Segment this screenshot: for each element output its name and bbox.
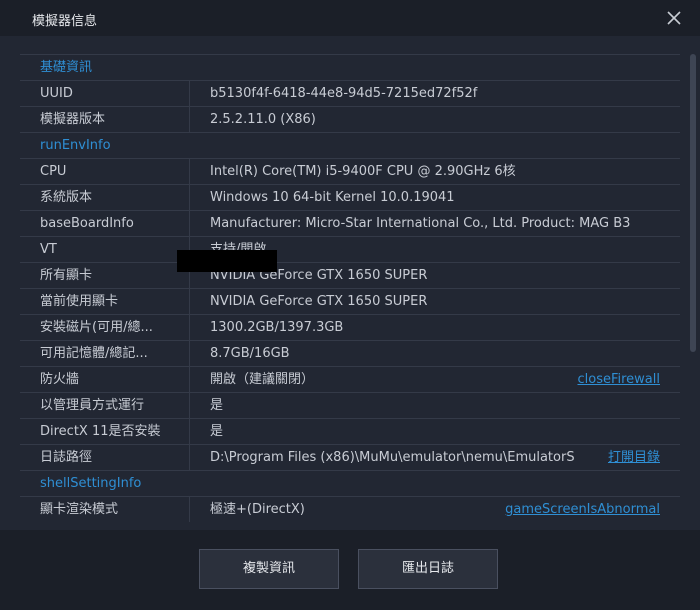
info-key: DirectX 11是否安裝	[20, 419, 190, 444]
info-row: 所有顯卡 NVIDIA GeForce GTX 1650 SUPER	[20, 262, 680, 288]
footer: 複製資訊 匯出日誌	[0, 530, 700, 610]
info-value: 8.7GB/16GB	[210, 346, 290, 361]
section-title: shellSettingInfo	[40, 476, 142, 491]
info-row: 防火牆 開啟（建議關閉） closeFirewall	[20, 366, 680, 392]
export-log-button[interactable]: 匯出日誌	[358, 549, 498, 589]
info-value: Manufacturer: Micro-Star International C…	[210, 216, 631, 231]
info-list[interactable]: 基礎資訊 UUID b5130f4f-6418-44e8-94d5-7215ed72…	[20, 54, 680, 530]
info-value: b5130f4f-6418-44e8-94d5-7215ed72f52f	[210, 86, 478, 101]
copy-info-button[interactable]: 複製資訊	[199, 549, 339, 589]
info-row: 以管理員方式運行 是	[20, 392, 680, 418]
info-row: VT 支持/開啟	[20, 236, 680, 262]
info-value: 2.5.2.11.0 (X86)	[210, 112, 316, 127]
action-link[interactable]: closeFirewall	[577, 367, 660, 392]
info-key: 當前使用顯卡	[20, 289, 190, 314]
info-row: UUID b5130f4f-6418-44e8-94d5-7215ed72f52f	[20, 80, 680, 106]
window-title: 模擬器信息	[32, 14, 98, 29]
info-key: VT	[20, 237, 190, 262]
info-row: CPU Intel(R) Core(TM) i5-9400F CPU @ 2.90…	[20, 158, 680, 184]
info-row: DirectX 11是否安裝 是	[20, 418, 680, 444]
title-bar: 模擬器信息	[0, 0, 700, 36]
section-header: runEnvInfo	[20, 132, 680, 158]
info-key: 日誌路徑	[20, 445, 190, 470]
info-row: 可用記憶體/總記... 8.7GB/16GB	[20, 340, 680, 366]
info-key: UUID	[20, 81, 190, 106]
info-key: CPU	[20, 159, 190, 184]
info-value: NVIDIA GeForce GTX 1650 SUPER	[210, 268, 428, 283]
close-icon[interactable]	[660, 4, 688, 32]
info-key: baseBoardInfo	[20, 211, 190, 236]
section-header: shellSettingInfo	[20, 470, 680, 496]
info-key: 安裝磁片(可用/總...	[20, 315, 190, 340]
info-value: 支持/開啟	[210, 237, 660, 262]
info-panel: 基礎資訊 UUID b5130f4f-6418-44e8-94d5-7215ed72…	[0, 36, 700, 530]
info-key: 防火牆	[20, 367, 190, 392]
info-row: 顯卡渲染模式 極速+(DirectX) gameScreenIsAbnormal	[20, 496, 680, 522]
info-row: 模擬器版本 2.5.2.11.0 (X86)	[20, 106, 680, 132]
info-value: D:\Program Files (x86)\MuMu\emulator\nem…	[210, 450, 575, 465]
info-value: NVIDIA GeForce GTX 1650 SUPER	[210, 294, 428, 309]
section-header: 基礎資訊	[20, 54, 680, 80]
info-row: 系統版本 Windows 10 64-bit Kernel 10.0.19041	[20, 184, 680, 210]
scrollbar-thumb[interactable]	[690, 54, 696, 352]
info-row: 安裝磁片(可用/總... 1300.2GB/1397.3GB	[20, 314, 680, 340]
info-key: 以管理員方式運行	[20, 393, 190, 418]
info-value: 開啟（建議關閉）	[210, 372, 315, 387]
info-row: baseBoardInfo Manufacturer: Micro-Star In…	[20, 210, 680, 236]
info-value: Intel(R) Core(TM) i5-9400F CPU @ 2.90GHz…	[210, 164, 516, 179]
info-key: 可用記憶體/總記...	[20, 341, 190, 366]
action-link[interactable]: gameScreenIsAbnormal	[505, 497, 660, 522]
info-key: 模擬器版本	[20, 107, 190, 132]
info-key: 顯卡渲染模式	[20, 497, 190, 522]
section-title: 基礎資訊	[40, 60, 93, 75]
info-row: 當前使用顯卡 NVIDIA GeForce GTX 1650 SUPER	[20, 288, 680, 314]
section-title: runEnvInfo	[40, 138, 111, 153]
action-link[interactable]: 打開目錄	[608, 445, 660, 470]
info-row: 日誌路徑 D:\Program Files (x86)\MuMu\emulator…	[20, 444, 680, 470]
info-key: 所有顯卡	[20, 263, 190, 288]
info-value: Windows 10 64-bit Kernel 10.0.19041	[210, 190, 455, 205]
info-value: 是	[210, 424, 224, 439]
info-value: 1300.2GB/1397.3GB	[210, 320, 344, 335]
redaction-box	[177, 250, 277, 272]
info-key: 系統版本	[20, 185, 190, 210]
info-value: 是	[210, 398, 224, 413]
